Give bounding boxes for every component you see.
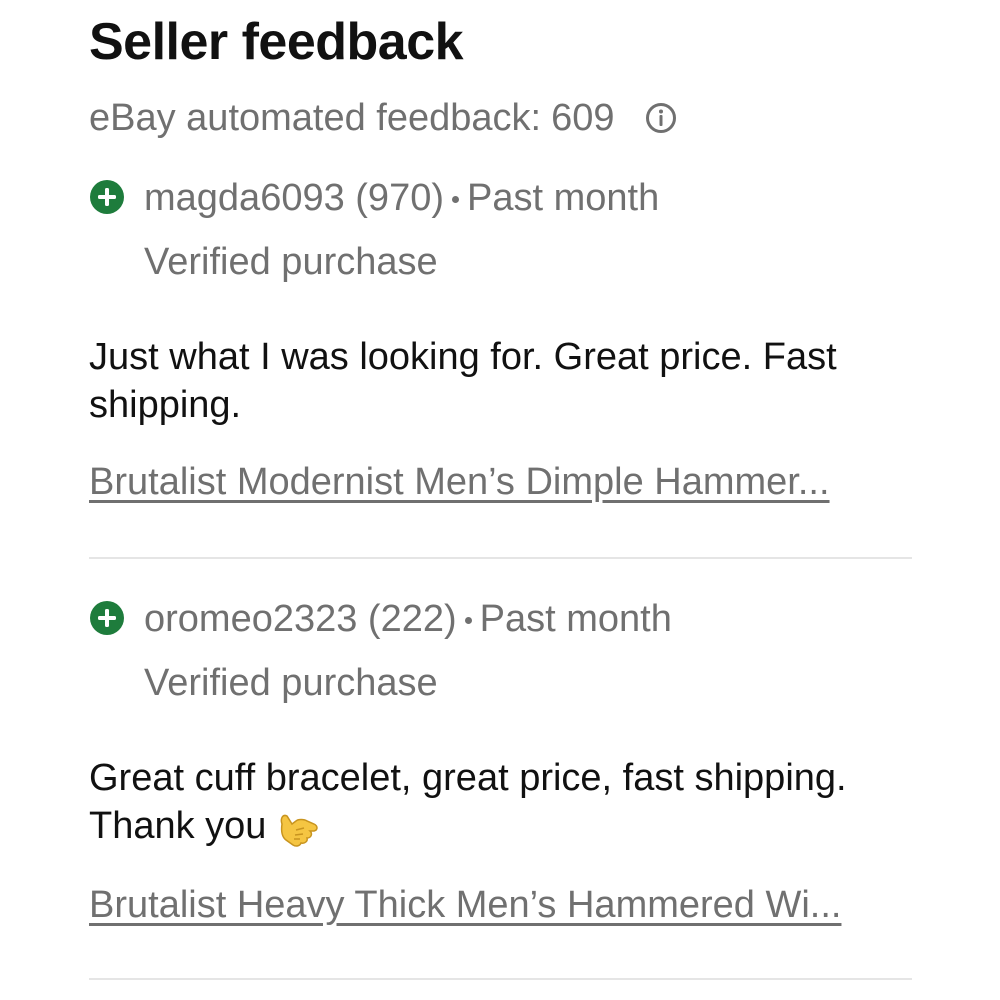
verified-purchase-label: Verified purchase <box>144 241 438 283</box>
feedback-item: magda6093 (970) Past month Verified purch… <box>89 173 912 504</box>
reviewer-info: oromeo2323 (222) Past month <box>144 598 672 641</box>
verified-purchase-label: Verified purchase <box>144 662 438 704</box>
automated-feedback-label: eBay automated feedback: <box>89 96 542 139</box>
feedback-time: Past month <box>467 176 660 219</box>
item-link[interactable]: Brutalist Modernist Men’s Dimple Hammer.… <box>89 461 830 504</box>
automated-feedback-row: eBay automated feedback: 609 <box>89 93 677 143</box>
info-circle-icon[interactable] <box>645 102 677 134</box>
positive-plus-icon <box>90 180 124 214</box>
positive-plus-icon <box>90 601 124 635</box>
page-title: Seller feedback <box>89 13 464 71</box>
seller-feedback-page: Seller feedback eBay automated feedback:… <box>0 0 1000 1000</box>
feedback-time: Past month <box>479 597 672 640</box>
divider <box>89 557 912 559</box>
automated-feedback-count: 609 <box>551 96 615 139</box>
item-link[interactable]: Brutalist Heavy Thick Men’s Hammered Wi.… <box>89 884 841 927</box>
call-me-hand-emoji <box>281 814 319 847</box>
feedback-header: oromeo2323 (222) Past month <box>89 594 912 644</box>
feedback-item: oromeo2323 (222) Past month Verified purc… <box>89 594 912 927</box>
feedback-comment-text: Great cuff bracelet, great price, fast s… <box>89 757 847 847</box>
feedback-header: magda6093 (970) Past month <box>89 173 912 223</box>
divider <box>89 978 912 980</box>
reviewer-name: magda6093 (970) <box>144 176 444 219</box>
separator-dot <box>464 616 472 624</box>
reviewer-info: magda6093 (970) Past month <box>144 177 659 220</box>
feedback-comment: Great cuff bracelet, great price, fast s… <box>89 754 889 852</box>
separator-dot <box>452 195 459 203</box>
feedback-comment: Just what I was looking for. Great price… <box>89 336 837 426</box>
reviewer-name: oromeo2323 (222) <box>144 597 457 640</box>
